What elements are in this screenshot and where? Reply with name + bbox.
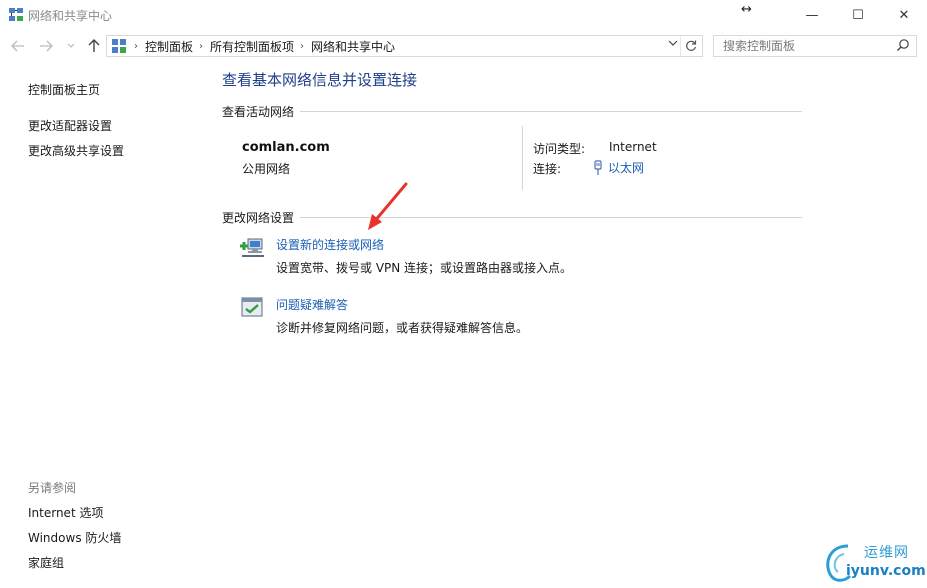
breadcrumb-separator-icon: › bbox=[134, 40, 138, 52]
watermark-text-bottom: iyunv.com bbox=[846, 563, 926, 579]
back-arrow-icon bbox=[11, 40, 24, 52]
forward-arrow-icon bbox=[40, 40, 53, 52]
breadcrumb-network-center[interactable]: 网络和共享中心 bbox=[311, 38, 395, 55]
breadcrumb-all-items[interactable]: 所有控制面板项 bbox=[210, 38, 294, 55]
connections-label: 连接: bbox=[533, 162, 562, 176]
sidebar-item-change-advanced-sharing[interactable]: 更改高级共享设置 bbox=[28, 142, 124, 159]
main-content: 查看基本网络信息并设置连接 查看活动网络 comlan.com 公用网络 访问类… bbox=[222, 61, 812, 581]
network-center-icon bbox=[9, 8, 23, 21]
active-networks-heading-label: 查看活动网络 bbox=[222, 105, 295, 119]
control-panel-icon bbox=[112, 39, 126, 53]
recent-locations-button[interactable] bbox=[62, 37, 80, 55]
troubleshoot-description: 诊断并修复网络问题，或者获得疑难解答信息。 bbox=[276, 321, 529, 335]
breadcrumb-separator-icon[interactable]: › bbox=[300, 41, 304, 52]
sidebar-item-homegroup[interactable]: 家庭组 bbox=[28, 554, 64, 571]
page-title: 查看基本网络信息并设置连接 bbox=[222, 71, 418, 89]
search-icon[interactable] bbox=[896, 38, 910, 52]
divider bbox=[300, 111, 802, 112]
refresh-button[interactable] bbox=[680, 36, 700, 56]
sidebar-item-change-adapter-settings[interactable]: 更改适配器设置 bbox=[28, 117, 112, 134]
maximize-button[interactable]: ☐ bbox=[835, 0, 881, 30]
back-button[interactable] bbox=[9, 37, 27, 55]
troubleshoot-icon bbox=[241, 297, 263, 317]
sidebar: 控制面板主页 更改适配器设置 更改高级共享设置 另请参阅 Internet 选项… bbox=[0, 61, 210, 588]
ethernet-connection-link[interactable]: 以太网 bbox=[593, 159, 644, 176]
active-networks-heading: 查看活动网络 bbox=[222, 103, 802, 120]
search-input[interactable] bbox=[714, 36, 894, 56]
sidebar-item-windows-firewall[interactable]: Windows 防火墙 bbox=[28, 529, 121, 546]
title-bar: 网络和共享中心 ↔ — ☐ ✕ bbox=[0, 0, 927, 30]
ethernet-connection-label[interactable]: 以太网 bbox=[608, 159, 644, 176]
up-arrow-icon bbox=[88, 39, 100, 52]
watermark-text-top: 运维网 bbox=[864, 545, 909, 561]
setup-new-connection-link[interactable]: 设置新的连接或网络 bbox=[276, 236, 384, 253]
sidebar-item-control-panel-home[interactable]: 控制面板主页 bbox=[28, 81, 100, 98]
refresh-icon bbox=[685, 40, 696, 51]
change-settings-heading: 更改网络设置 bbox=[222, 209, 802, 226]
breadcrumb-separator-icon[interactable]: › bbox=[199, 41, 203, 52]
troubleshoot-link[interactable]: 问题疑难解答 bbox=[276, 296, 348, 313]
new-connection-icon bbox=[240, 238, 264, 257]
address-bar[interactable]: › 控制面板 › 所有控制面板项 › 网络和共享中心 bbox=[106, 35, 703, 57]
ethernet-icon bbox=[594, 159, 602, 175]
chevron-down-icon bbox=[668, 40, 678, 46]
minimize-button[interactable]: — bbox=[789, 0, 835, 30]
see-also-heading: 另请参阅 bbox=[28, 481, 77, 495]
address-dropdown-button[interactable] bbox=[668, 39, 678, 50]
change-settings-heading-label: 更改网络设置 bbox=[222, 211, 295, 225]
resize-cursor-icon: ↔ bbox=[741, 2, 752, 17]
navigation-bar: › 控制面板 › 所有控制面板项 › 网络和共享中心 bbox=[0, 31, 927, 61]
sidebar-item-internet-options[interactable]: Internet 选项 bbox=[28, 504, 103, 521]
annotation-arrow-icon bbox=[368, 182, 408, 230]
up-button[interactable] bbox=[85, 37, 103, 55]
search-box[interactable] bbox=[713, 35, 917, 57]
network-name: comlan.com bbox=[242, 140, 330, 155]
watermark-logo: 运维网 iyunv.com bbox=[818, 538, 926, 588]
close-button[interactable]: ✕ bbox=[881, 0, 927, 30]
access-type-label: 访问类型: bbox=[533, 142, 586, 156]
forward-button[interactable] bbox=[37, 37, 55, 55]
chevron-down-icon bbox=[67, 43, 75, 48]
network-type-link: 公用网络 bbox=[242, 162, 291, 176]
setup-new-connection-description: 设置宽带、拨号或 VPN 连接；或设置路由器或接入点。 bbox=[276, 261, 573, 275]
breadcrumb-control-panel[interactable]: 控制面板 bbox=[145, 38, 193, 55]
divider bbox=[522, 126, 523, 190]
window-title: 网络和共享中心 bbox=[28, 9, 113, 23]
access-type-value: Internet bbox=[609, 140, 657, 154]
